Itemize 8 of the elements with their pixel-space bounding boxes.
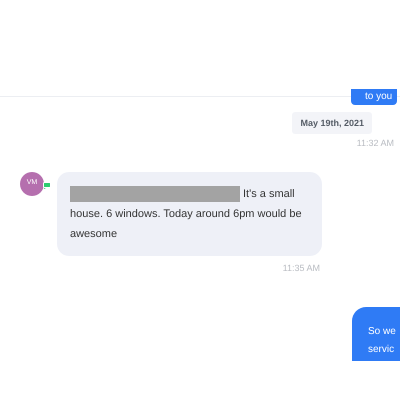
message-text: servic [368,343,396,357]
message-time: 11:32 AM [356,137,394,150]
chat-icon [43,182,51,188]
message-time: 11:35 AM [282,262,320,274]
message-text: So we [368,325,397,339]
message-text: It's a small house. 6 windows. Today around 6pm would be awesome [70,184,303,242]
message-text: to you [365,90,394,104]
date-label: May 19th, 2021 [292,112,372,134]
